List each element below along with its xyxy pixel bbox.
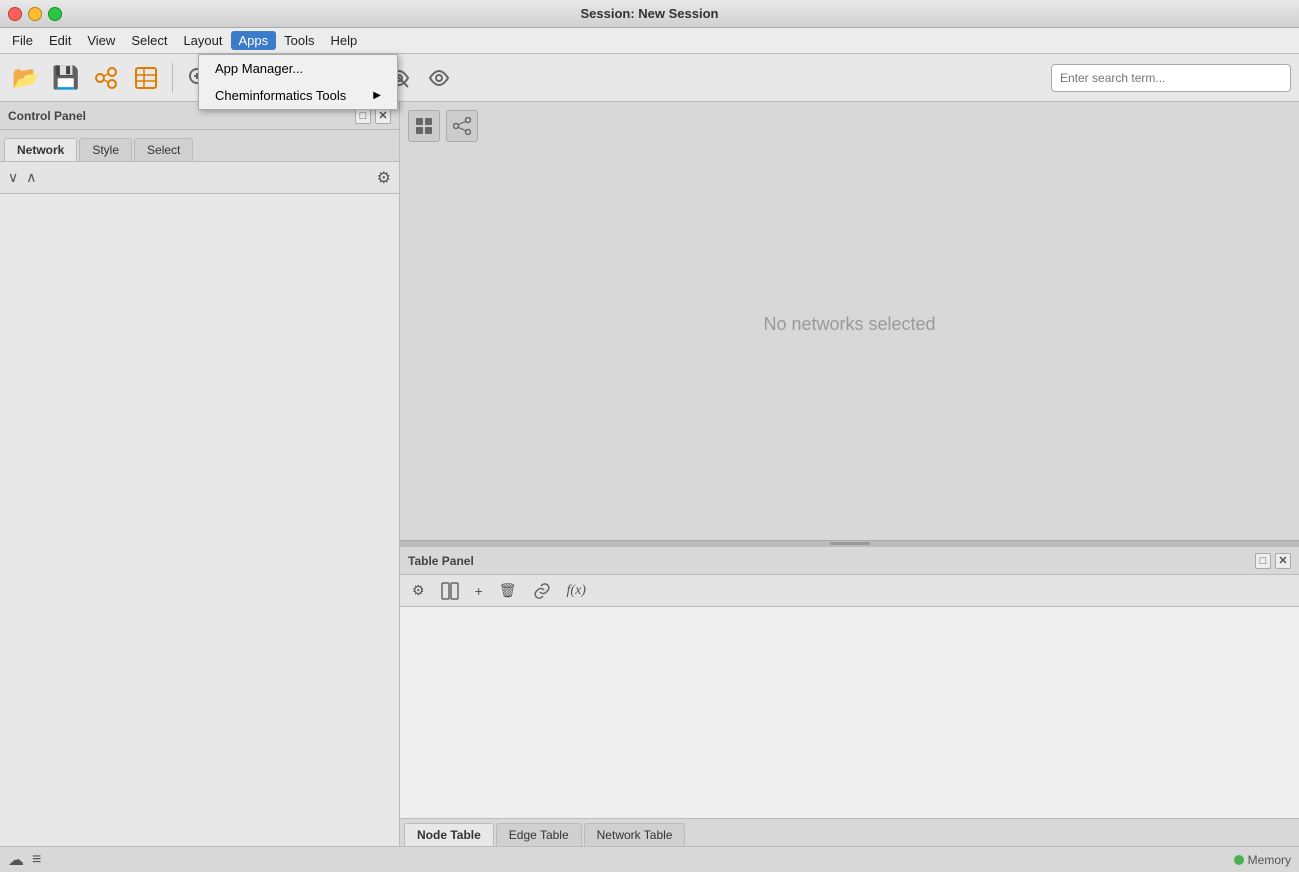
import-network-button[interactable]	[88, 60, 124, 96]
table-panel-header: Table Panel □ ✕	[400, 547, 1299, 575]
resize-grip	[830, 542, 870, 545]
list-icon[interactable]: ≡	[32, 851, 41, 869]
table-function-icon[interactable]: f(x)	[563, 581, 590, 601]
table-content	[400, 607, 1299, 818]
tab-bar: Network Style Select	[0, 130, 399, 162]
tab-node-table[interactable]: Node Table	[404, 823, 494, 846]
table-toolbar: ⚙ + 🗑 f(x)	[400, 575, 1299, 607]
control-content	[0, 194, 399, 846]
table-columns-icon[interactable]	[437, 580, 463, 602]
control-panel: Control Panel □ ✕ Network Style Select ∨…	[0, 102, 400, 846]
minimize-button[interactable]	[28, 7, 42, 21]
cheminformatics-label: Cheminformatics Tools	[215, 88, 346, 103]
menu-tools[interactable]: Tools	[276, 31, 322, 50]
app-manager-label: App Manager...	[215, 61, 303, 76]
window-buttons	[8, 7, 62, 21]
cloud-icon[interactable]: ☁	[8, 850, 24, 870]
toolbar-separator	[172, 63, 173, 93]
table-panel-expand-button[interactable]: □	[1255, 553, 1271, 569]
window-title: Session: New Session	[581, 6, 719, 21]
menu-file[interactable]: File	[4, 31, 41, 50]
resize-handle[interactable]	[400, 540, 1299, 546]
table-add-icon[interactable]: +	[471, 581, 487, 601]
no-networks-message: No networks selected	[763, 314, 935, 335]
table-panel: Table Panel □ ✕ ⚙ + 🗑	[400, 546, 1299, 846]
collapse-all-icon[interactable]: ∨	[8, 169, 18, 186]
status-bar: ☁ ≡ Memory	[0, 846, 1299, 872]
tab-select[interactable]: Select	[134, 138, 193, 161]
search-input[interactable]	[1051, 64, 1291, 92]
tab-edge-table[interactable]: Edge Table	[496, 823, 582, 846]
network-canvas: No networks selected	[400, 102, 1299, 546]
memory-indicator: Memory	[1234, 853, 1291, 867]
table-tab-bar: Node Table Edge Table Network Table	[400, 818, 1299, 846]
maximize-button[interactable]	[48, 7, 62, 21]
submenu-arrow-icon: ▶	[373, 90, 381, 101]
menu-help[interactable]: Help	[323, 31, 366, 50]
toolbar: 📂 💾	[0, 54, 1299, 102]
open-button[interactable]: 📂	[8, 60, 44, 96]
apps-dropdown: App Manager... Cheminformatics Tools ▶	[198, 54, 398, 110]
dropdown-item-app-manager[interactable]: App Manager...	[199, 55, 397, 82]
table-settings-icon[interactable]: ⚙	[408, 580, 429, 601]
save-icon: 💾	[52, 65, 79, 91]
table-link-icon[interactable]	[529, 580, 555, 602]
menu-bar: File Edit View Select Layout Apps Tools …	[0, 28, 1299, 54]
main-layout: Control Panel □ ✕ Network Style Select ∨…	[0, 102, 1299, 846]
show-icon	[427, 66, 451, 90]
tab-network-table[interactable]: Network Table	[584, 823, 686, 846]
grid-view-button[interactable]	[408, 110, 440, 142]
settings-icon[interactable]: ⚙	[377, 168, 391, 188]
import-table-icon	[132, 64, 160, 92]
right-panel: No networks selected Table Panel □ ✕ ⚙	[400, 102, 1299, 846]
share-view-button[interactable]	[446, 110, 478, 142]
menu-view[interactable]: View	[79, 31, 123, 50]
memory-status-dot	[1234, 855, 1244, 865]
show-button[interactable]	[421, 60, 457, 96]
close-button[interactable]	[8, 7, 22, 21]
table-delete-icon[interactable]: 🗑	[495, 580, 521, 601]
control-toolbar: ∨ ∧ ⚙	[0, 162, 399, 194]
menu-edit[interactable]: Edit	[41, 31, 79, 50]
view-switcher	[408, 110, 478, 142]
dropdown-item-cheminformatics[interactable]: Cheminformatics Tools ▶	[199, 82, 397, 109]
table-panel-title: Table Panel	[408, 554, 474, 568]
tab-network[interactable]: Network	[4, 138, 77, 161]
save-button[interactable]: 💾	[48, 60, 84, 96]
table-panel-close-button[interactable]: ✕	[1275, 553, 1291, 569]
title-bar: Session: New Session	[0, 0, 1299, 28]
tab-style[interactable]: Style	[79, 138, 132, 161]
open-folder-icon: 📂	[12, 65, 39, 91]
import-network-icon	[92, 64, 120, 92]
menu-layout[interactable]: Layout	[175, 31, 230, 50]
expand-all-icon[interactable]: ∧	[26, 169, 36, 186]
menu-apps[interactable]: Apps	[231, 31, 277, 50]
memory-label: Memory	[1248, 853, 1291, 867]
menu-select[interactable]: Select	[123, 31, 175, 50]
table-panel-controls: □ ✕	[1255, 553, 1291, 569]
import-table-button[interactable]	[128, 60, 164, 96]
control-panel-title: Control Panel	[8, 109, 86, 123]
